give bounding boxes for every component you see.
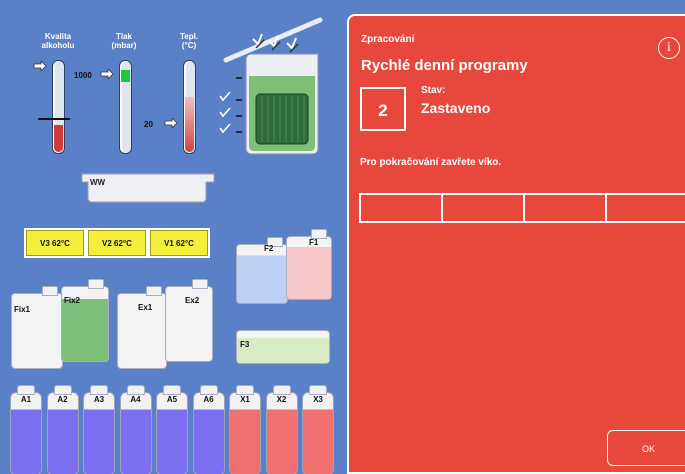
info-icon[interactable]: i (658, 37, 680, 59)
reagent-bottle-a1[interactable]: A1 (10, 385, 42, 474)
alcohol-quality-header: Kvalita alkoholu (41, 32, 75, 50)
arrow-right-icon (164, 118, 178, 128)
f2-container (236, 237, 288, 304)
bottle-label: A6 (203, 395, 214, 404)
alcohol-threshold-marker (38, 118, 70, 120)
temperature-header: Tepl. (°C) (179, 32, 199, 50)
progress-segment (523, 193, 607, 223)
bottle-cap (53, 385, 72, 395)
reagent-bottle-x1[interactable]: X1 (229, 385, 261, 474)
panel-category: Zpracování (361, 34, 415, 45)
reagent-bottle-a6[interactable]: A6 (192, 385, 225, 474)
arrow-right-icon (100, 69, 114, 79)
bottle-cap (272, 385, 291, 395)
ex2-label: Ex2 (185, 296, 200, 305)
reagent-bottle-a3[interactable]: A3 (83, 385, 115, 474)
status-label: Stav: (421, 85, 446, 96)
screen: Kvalita alkoholu Tlak (mbar) Tepl. (°C) … (0, 0, 685, 474)
bottle-cap (17, 385, 35, 395)
f3-container (236, 330, 330, 364)
bottle-label: A5 (166, 395, 178, 404)
step-number: 2 (360, 87, 406, 131)
fix2-label: Fix2 (64, 296, 81, 305)
pressure-header: Tlak (mbar) (111, 32, 137, 50)
oven-v3: V3 62°C (24, 228, 86, 258)
reagent-bottle-x2[interactable]: X2 (265, 385, 298, 474)
reagent-bottle-a4[interactable]: A4 (119, 385, 152, 474)
pressure-top-value: 1000 (74, 71, 92, 80)
wax-bath-label: WW (90, 178, 106, 187)
wax-bath-icon (81, 173, 215, 203)
bottle-label: A3 (93, 395, 105, 404)
status-value: Zastaveno (421, 100, 491, 116)
processing-panel: Zpracování Rychlé denní programy i 2 Sta… (347, 14, 685, 474)
retort-icon (219, 17, 323, 155)
bottle-label: X2 (276, 395, 287, 404)
bottle-cap (126, 385, 145, 395)
bottle-cap (90, 385, 108, 395)
oven-v1: V1 62°C (148, 228, 210, 258)
fix1-label: Fix1 (14, 305, 31, 314)
progress-segment (441, 193, 525, 223)
temperature-fill (185, 97, 194, 152)
bottle-label: X1 (240, 395, 250, 404)
bottle-label: A4 (130, 395, 141, 404)
arrow-right-icon (33, 61, 47, 71)
reagent-bottle-a2[interactable]: A2 (46, 385, 79, 474)
bottle-cap (163, 385, 181, 395)
status-message: Pro pokračování zavřete víko. (360, 157, 502, 168)
ex1-label: Ex1 (138, 303, 153, 312)
panel-title: Rychlé denní programy (361, 57, 528, 74)
bottle-label: A2 (57, 395, 68, 404)
bottle-cap (236, 385, 254, 395)
bottle-label: X3 (313, 395, 323, 404)
alcohol-quality-fill (54, 125, 63, 152)
oven-v2: V2 62°C (86, 228, 148, 258)
reagent-bottle-x3[interactable]: X3 (302, 385, 334, 474)
progress-segment (359, 193, 443, 223)
pressure-bottom-value: 20 (144, 120, 153, 129)
f2-label: F2 (264, 244, 274, 253)
alcohol-quality-gauge (52, 60, 65, 154)
bottle-label: A1 (20, 395, 32, 404)
pressure-gauge (119, 60, 132, 154)
reagent-bottle-a5[interactable]: A5 (156, 385, 188, 474)
pressure-level-fill (121, 70, 130, 82)
bottle-cap (199, 385, 218, 395)
temperature-gauge (183, 60, 196, 154)
progress-segment (605, 193, 685, 223)
bottle-cap (309, 385, 327, 395)
ok-button[interactable]: OK (607, 430, 685, 466)
f3-label: F3 (240, 340, 250, 349)
f1-label: F1 (309, 238, 319, 247)
